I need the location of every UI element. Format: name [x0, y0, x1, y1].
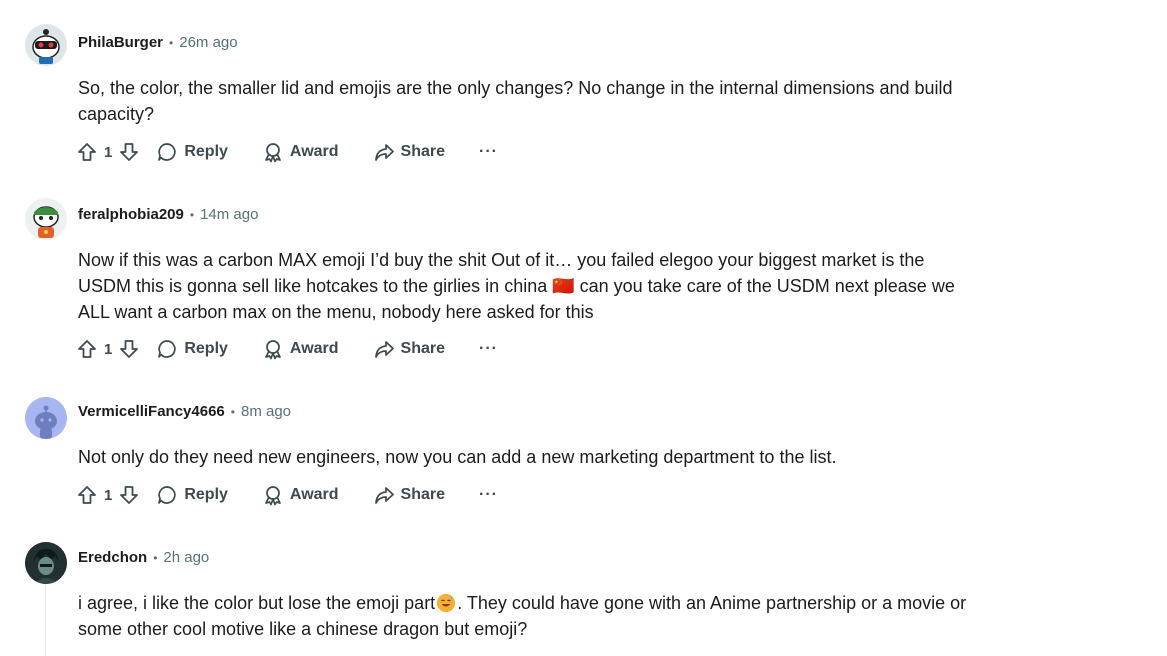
- snoo-avatar-icon: [25, 198, 67, 240]
- more-options-button[interactable]: ···: [479, 486, 498, 504]
- reply-label: Reply: [184, 486, 228, 503]
- username[interactable]: Eredchon: [78, 549, 147, 566]
- share-button[interactable]: Share: [373, 338, 445, 360]
- downvote-icon: [120, 340, 139, 358]
- comment-body: Not only do they need new engineers, now…: [78, 447, 837, 467]
- upvote-button[interactable]: [76, 338, 98, 360]
- comment-bubble-icon: [158, 340, 176, 358]
- comment-text-part: i agree, i like the color but lose the e…: [78, 593, 436, 613]
- reply-label: Reply: [184, 143, 228, 160]
- award-label: Award: [289, 486, 339, 503]
- downvote-icon: [120, 143, 139, 161]
- share-button[interactable]: Share: [373, 484, 445, 506]
- share-icon: [374, 487, 394, 504]
- downvote-button[interactable]: [118, 141, 140, 163]
- award-icon: [265, 340, 281, 360]
- username[interactable]: feralphobia209: [78, 206, 184, 223]
- reply-button[interactable]: Reply: [156, 141, 228, 163]
- reply-button[interactable]: Reply: [156, 484, 228, 506]
- user-avatar-icon: [25, 542, 67, 584]
- comment-meta: Eredchon • 2h ago: [78, 549, 209, 566]
- vote-count: 1: [104, 143, 113, 161]
- timestamp[interactable]: 14m ago: [200, 206, 258, 223]
- comment-meta: PhilaBurger • 26m ago: [78, 34, 238, 51]
- award-button[interactable]: Award: [262, 338, 339, 360]
- share-label: Share: [400, 340, 445, 357]
- vote-count: 1: [104, 340, 113, 358]
- share-label: Share: [400, 486, 445, 503]
- award-icon: [265, 486, 281, 506]
- upvote-icon: [78, 143, 96, 161]
- separator: •: [169, 35, 174, 50]
- comment-actions: 1 Reply Award Share ···: [76, 337, 498, 361]
- upvote-button[interactable]: [76, 141, 98, 163]
- more-options-button[interactable]: ···: [479, 340, 498, 358]
- avatar[interactable]: [25, 24, 67, 66]
- downvote-button[interactable]: [118, 484, 140, 506]
- upvote-button[interactable]: [76, 484, 98, 506]
- timestamp[interactable]: 2h ago: [163, 549, 209, 566]
- username[interactable]: PhilaBurger: [78, 34, 163, 51]
- award-button[interactable]: Award: [262, 141, 339, 163]
- reply-button[interactable]: Reply: [156, 338, 228, 360]
- share-button[interactable]: Share: [373, 141, 445, 163]
- share-icon: [374, 341, 394, 358]
- comment-bubble-icon: [158, 486, 176, 504]
- avatar[interactable]: [25, 542, 67, 584]
- timestamp[interactable]: 26m ago: [179, 34, 237, 51]
- reply-label: Reply: [184, 340, 228, 357]
- comment-bubble-icon: [158, 143, 176, 161]
- comment-meta: VermicelliFancy4666 • 8m ago: [78, 403, 291, 420]
- thread-line[interactable]: [45, 584, 46, 656]
- snoo-avatar-icon: [25, 24, 67, 66]
- vote-count: 1: [104, 486, 113, 504]
- comment-body: Now if this was a carbon MAX emoji I’d b…: [78, 250, 955, 322]
- comment-actions: 1 Reply Award Share ···: [76, 140, 498, 164]
- award-button[interactable]: Award: [262, 484, 339, 506]
- comment-actions: 1 Reply Award Share ···: [76, 483, 498, 507]
- smiling-sweat-emoji-icon: [437, 594, 456, 612]
- upvote-icon: [78, 486, 96, 504]
- username[interactable]: VermicelliFancy4666: [78, 403, 225, 420]
- comment-meta: feralphobia209 • 14m ago: [78, 206, 258, 223]
- separator: •: [189, 207, 195, 222]
- upvote-icon: [78, 340, 96, 358]
- downvote-icon: [120, 486, 139, 504]
- avatar[interactable]: [25, 397, 67, 439]
- share-icon: [374, 144, 394, 161]
- separator: •: [153, 550, 158, 565]
- separator: •: [230, 404, 235, 419]
- more-options-button[interactable]: ···: [479, 143, 498, 161]
- award-icon: [265, 143, 281, 163]
- default-snoo-avatar-icon: [25, 397, 67, 439]
- avatar[interactable]: [25, 198, 67, 240]
- award-label: Award: [289, 143, 339, 160]
- comment-body: So, the color, the smaller lid and emoji…: [78, 78, 953, 124]
- award-label: Award: [289, 340, 339, 357]
- timestamp[interactable]: 8m ago: [241, 403, 291, 420]
- comment-body: i agree, i like the color but lose the e…: [78, 590, 968, 642]
- downvote-button[interactable]: [118, 338, 140, 360]
- share-label: Share: [400, 143, 445, 160]
